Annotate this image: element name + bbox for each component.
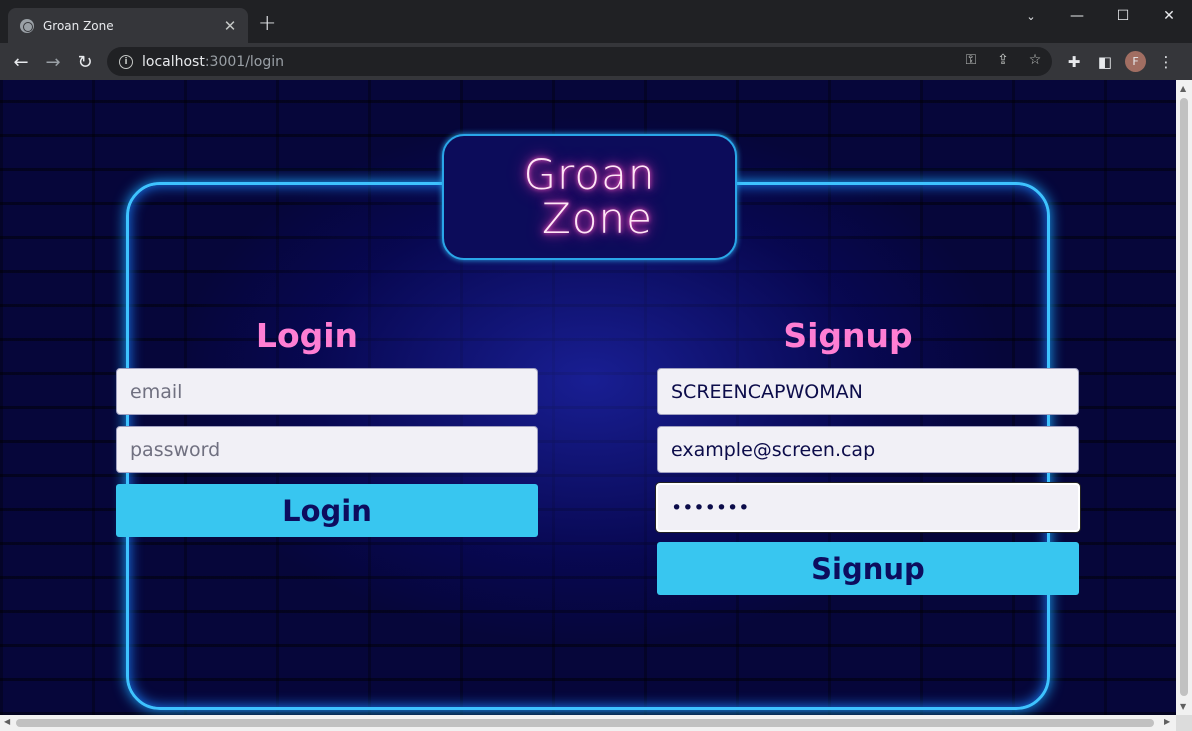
reload-icon[interactable]: ↻ bbox=[72, 49, 98, 75]
signup-username-field[interactable] bbox=[657, 368, 1079, 415]
scroll-up-icon[interactable]: ▲ bbox=[1180, 84, 1186, 93]
login-heading: Login bbox=[255, 316, 359, 355]
horizontal-scroll-thumb[interactable] bbox=[16, 719, 1154, 727]
browser-tab[interactable]: Groan Zone ✕ bbox=[8, 8, 248, 43]
tab-search-icon[interactable]: ⌄ bbox=[1008, 0, 1054, 32]
signup-heading: Signup bbox=[783, 316, 913, 355]
key-icon[interactable]: ⚿ bbox=[962, 52, 980, 68]
bookmark-star-icon[interactable]: ☆ bbox=[1026, 52, 1044, 68]
side-panel-icon[interactable]: ◧ bbox=[1094, 53, 1116, 71]
close-window-icon[interactable]: ✕ bbox=[1146, 0, 1192, 32]
window-controls: ⌄ — ☐ ✕ bbox=[1008, 0, 1192, 32]
url-host: localhost bbox=[142, 53, 205, 70]
globe-icon bbox=[20, 18, 34, 33]
address-bar[interactable]: i localhost:3001/login ⚿ ⇪ ☆ bbox=[107, 47, 1052, 76]
site-info-icon[interactable]: i bbox=[119, 54, 133, 69]
close-tab-icon[interactable]: ✕ bbox=[222, 18, 238, 34]
share-icon[interactable]: ⇪ bbox=[994, 52, 1012, 68]
new-tab-button[interactable]: + bbox=[258, 13, 276, 35]
scroll-left-icon[interactable]: ◀ bbox=[4, 717, 10, 726]
signup-email-field[interactable] bbox=[657, 426, 1079, 473]
minimize-icon[interactable]: — bbox=[1054, 0, 1100, 32]
maximize-icon[interactable]: ☐ bbox=[1100, 0, 1146, 32]
login-button[interactable]: Login bbox=[116, 484, 538, 537]
scroll-right-icon[interactable]: ▶ bbox=[1164, 717, 1170, 726]
avatar[interactable]: F bbox=[1125, 51, 1146, 72]
groan-zone-logo: Groan Zone bbox=[442, 134, 737, 260]
extensions-puzzle-icon[interactable]: ✚ bbox=[1063, 53, 1085, 71]
signup-password-field[interactable] bbox=[656, 483, 1080, 532]
login-password-field[interactable] bbox=[116, 426, 538, 473]
browser-toolbar: ← → ↻ i localhost:3001/login ⚿ ⇪ ☆ ✚ ◧ F… bbox=[0, 43, 1192, 80]
tab-title: Groan Zone bbox=[43, 18, 114, 33]
scrollbar-corner bbox=[1176, 715, 1192, 731]
page-viewport: Groan Zone Login Login Signup Signup bbox=[0, 80, 1176, 715]
browser-tab-bar: Groan Zone ✕ + ⌄ — ☐ ✕ bbox=[0, 0, 1192, 43]
url-path: :3001/login bbox=[204, 53, 285, 70]
forward-icon[interactable]: → bbox=[40, 49, 66, 75]
login-email-field[interactable] bbox=[116, 368, 538, 415]
logo-line-1: Groan bbox=[523, 150, 656, 199]
vertical-scrollbar[interactable]: ▲ ▼ bbox=[1176, 80, 1192, 715]
back-icon[interactable]: ← bbox=[8, 49, 34, 75]
menu-kebab-icon[interactable]: ⋮ bbox=[1155, 53, 1177, 71]
horizontal-scrollbar[interactable]: ◀ ▶ bbox=[0, 715, 1176, 731]
signup-button[interactable]: Signup bbox=[657, 542, 1079, 595]
vertical-scroll-thumb[interactable] bbox=[1180, 98, 1188, 696]
scroll-down-icon[interactable]: ▼ bbox=[1180, 702, 1186, 711]
logo-line-2: Zone bbox=[542, 194, 653, 243]
